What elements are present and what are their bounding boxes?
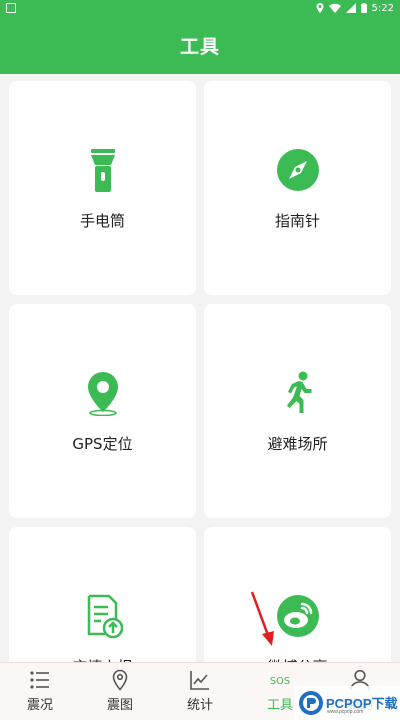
nav-label: 震图 bbox=[106, 698, 133, 713]
status-icons: 5:22 bbox=[316, 0, 394, 16]
compass-icon bbox=[276, 149, 319, 191]
battery-icon bbox=[360, 3, 367, 13]
page-title: 工具 bbox=[179, 35, 220, 58]
nav-label: 工具 bbox=[266, 698, 293, 713]
nav-item-map[interactable]: 震图 bbox=[80, 663, 160, 720]
tool-label: 手电筒 bbox=[79, 212, 125, 230]
list-icon bbox=[30, 671, 49, 689]
screen: 5:22 工具 手电筒 指南针 GPS定位 避难场所 震况 震图 统计 SOS … bbox=[0, 0, 400, 720]
wifi-icon bbox=[328, 3, 341, 13]
nav-item-stats[interactable]: 统计 bbox=[160, 663, 240, 720]
tool-label: 避难场所 bbox=[267, 435, 328, 453]
map-pin-icon bbox=[112, 669, 128, 691]
pcpop-logo-icon bbox=[299, 691, 323, 715]
status-bar: 5:22 bbox=[0, 0, 400, 16]
location-icon bbox=[316, 3, 324, 13]
running-man-icon bbox=[286, 371, 311, 413]
tool-card-flashlight[interactable]: 手电筒 bbox=[9, 81, 196, 295]
tool-card-compass[interactable]: 指南针 bbox=[204, 81, 391, 295]
location-pin-icon bbox=[87, 372, 118, 416]
report-upload-icon bbox=[87, 594, 123, 639]
tool-card-gps[interactable]: GPS定位 bbox=[9, 304, 196, 518]
nav-label: 统计 bbox=[186, 698, 213, 713]
flashlight-icon bbox=[90, 149, 115, 192]
watermark: PCPOP下载 www.pcpop.com bbox=[294, 686, 400, 720]
line-chart-icon bbox=[190, 671, 209, 690]
weibo-icon bbox=[276, 595, 319, 637]
watermark-url: www.pcpop.com bbox=[327, 709, 364, 715]
notification-icon bbox=[6, 3, 16, 13]
svg-text:SOS: SOS bbox=[270, 676, 291, 687]
tool-label: 指南针 bbox=[274, 212, 320, 230]
annotation-arrow-icon bbox=[250, 591, 274, 646]
nav-item-earthquakes[interactable]: 震况 bbox=[0, 663, 80, 720]
status-time: 5:22 bbox=[371, 2, 394, 14]
nav-label: 震况 bbox=[26, 698, 53, 713]
tool-card-shelter[interactable]: 避难场所 bbox=[204, 304, 391, 518]
signal-icon bbox=[345, 3, 356, 13]
title-bar: 工具 bbox=[0, 16, 400, 74]
tool-label: GPS定位 bbox=[72, 435, 133, 453]
sos-icon: SOS bbox=[270, 676, 291, 687]
